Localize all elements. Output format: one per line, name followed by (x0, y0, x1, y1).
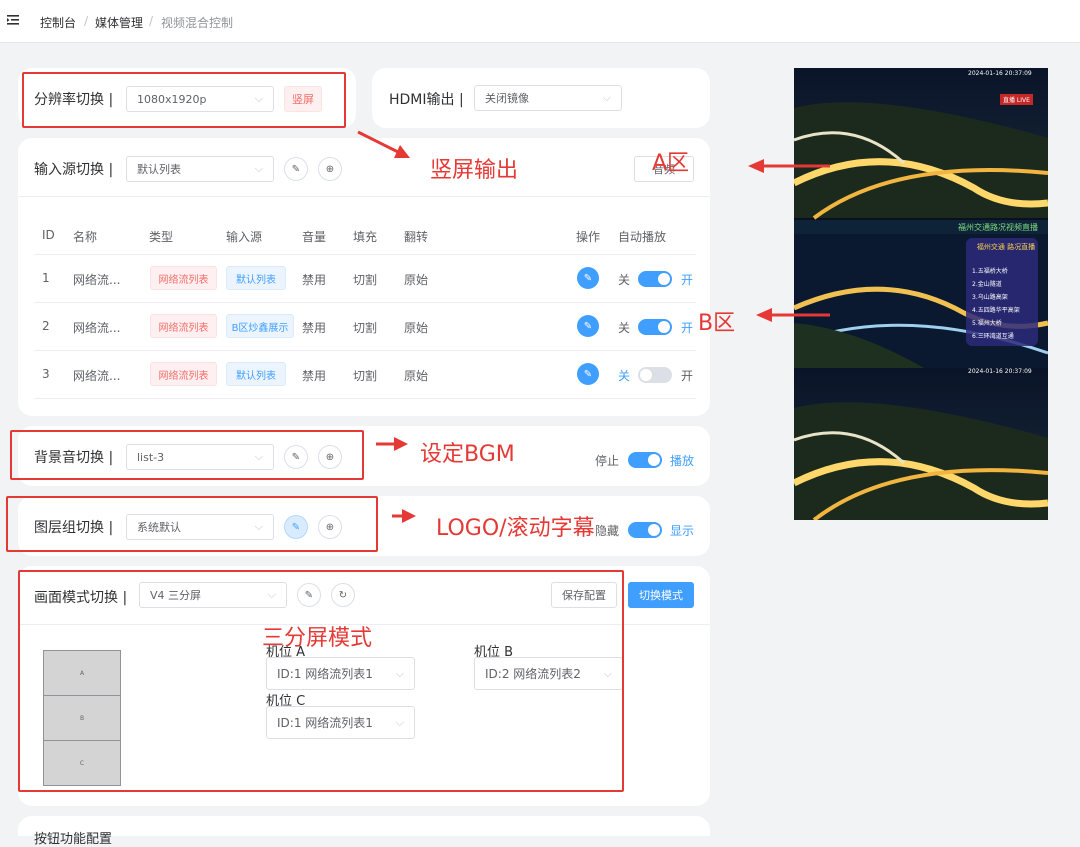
annotation-arrows (357, 130, 830, 523)
